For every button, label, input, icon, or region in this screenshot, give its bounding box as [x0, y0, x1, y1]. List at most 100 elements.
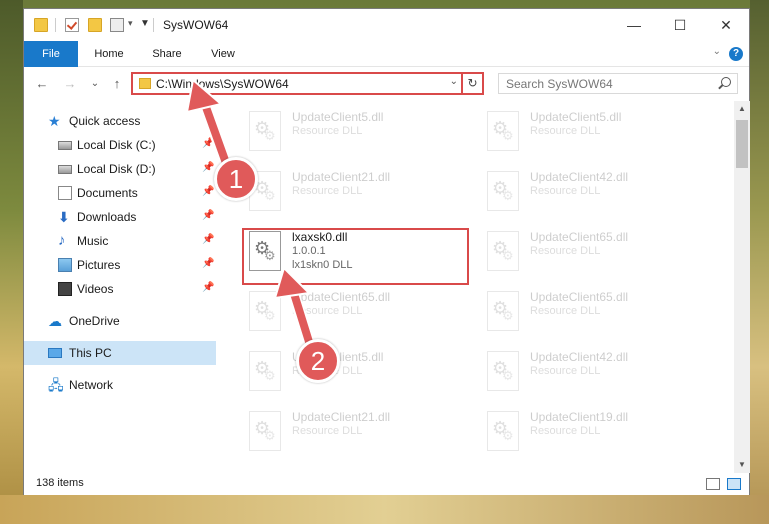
sidebar-item-label: Downloads [77, 210, 137, 224]
tab-home[interactable]: Home [84, 41, 134, 67]
callout-badge-1: 1 [214, 157, 258, 201]
file-name: UpdateClient5.dll [530, 110, 622, 124]
file-type: Resource DLL [530, 245, 601, 257]
sidebar-item-this-pc[interactable]: This PC [24, 341, 216, 365]
callout-badge-2: 2 [296, 339, 340, 383]
file-name: UpdateClient42.dll [530, 170, 629, 184]
item-count: 138 items [36, 477, 84, 489]
tab-view[interactable]: View [199, 41, 247, 67]
sidebar-item-pictures[interactable]: Pictures 📌 [24, 253, 216, 277]
sidebar-item-onedrive[interactable]: ☁ OneDrive [24, 309, 216, 333]
file-type: Resource DLL [530, 305, 601, 317]
file-name: UpdateClient65.dll [292, 290, 391, 304]
file-item[interactable]: UpdateClient42.dll Resource DLL [481, 163, 706, 219]
vertical-scrollbar[interactable]: ▲ ▼ [734, 101, 750, 473]
dll-file-icon [487, 291, 519, 331]
recent-locations-button[interactable]: ⌄ [86, 75, 104, 93]
sidebar-item-label: Local Disk (C:) [77, 138, 156, 152]
pin-icon[interactable]: 📌 [202, 282, 214, 293]
desktop-background-right [750, 0, 769, 524]
computer-icon [48, 348, 62, 358]
file-item[interactable]: UpdateClient42.dll Resource DLL [481, 343, 706, 399]
sidebar-item-quick-access[interactable]: ★ Quick access [24, 109, 216, 133]
sidebar-item-label: Videos [77, 282, 114, 296]
new-folder-icon[interactable] [88, 18, 102, 32]
cloud-icon: ☁ [48, 313, 62, 329]
file-type: Resource DLL [292, 125, 363, 137]
sidebar-item-label: This PC [69, 346, 112, 360]
dll-file-icon [249, 291, 281, 331]
file-item[interactable]: UpdateClient65.dll Resource DLL [481, 283, 706, 339]
large-icons-view-icon[interactable] [727, 478, 741, 490]
chevron-down-icon[interactable]: ▾ [128, 18, 133, 29]
tab-file[interactable]: File [24, 41, 78, 67]
sidebar-item-label: Music [77, 234, 109, 248]
file-type: Resource DLL [292, 425, 363, 437]
refresh-button[interactable]: ↻ [461, 74, 482, 93]
file-name: UpdateClient65.dll [530, 290, 629, 304]
tab-share[interactable]: Share [142, 41, 192, 67]
file-name: UpdateClient21.dll [292, 410, 391, 424]
file-name: UpdateClient5.dll [292, 110, 384, 124]
pin-icon[interactable]: 📌 [202, 162, 214, 173]
minimize-button[interactable]: — [611, 9, 657, 41]
sidebar-item-videos[interactable]: Videos 📌 [24, 277, 216, 301]
sidebar-item-music[interactable]: ♪ Music 📌 [24, 229, 216, 253]
close-button[interactable]: ✕ [703, 9, 749, 41]
back-button[interactable]: ← [33, 75, 51, 93]
file-item[interactable]: UpdateClient21.dll Resource DLL [243, 403, 468, 459]
sidebar-item-label: Local Disk (D:) [77, 162, 156, 176]
downloads-icon: ⬇ [58, 209, 70, 225]
scroll-down-icon[interactable]: ▼ [734, 457, 750, 473]
titlebar-separator [55, 18, 56, 32]
up-button[interactable]: ↑ [108, 75, 126, 93]
pictures-icon [58, 258, 72, 272]
sidebar-item-label: Pictures [77, 258, 121, 272]
sidebar-item-documents[interactable]: Documents 📌 [24, 181, 216, 205]
quick-access-dropdown-icon[interactable]: ▼ [140, 18, 150, 29]
sidebar-item-label: Quick access [69, 114, 141, 128]
sidebar-item-local-disk-c[interactable]: Local Disk (C:) 📌 [24, 133, 216, 157]
details-view-icon[interactable] [706, 478, 720, 490]
pin-icon[interactable]: 📌 [202, 138, 214, 149]
scrollbar-thumb[interactable] [736, 120, 748, 168]
address-path[interactable]: C:\Windows\SysWOW64 [156, 77, 289, 91]
dll-file-icon [249, 111, 281, 151]
file-item[interactable]: UpdateClient21.dll Resource DLL [243, 163, 468, 219]
search-input[interactable]: Search SysWOW64 [498, 73, 738, 94]
scroll-up-icon[interactable]: ▲ [734, 101, 750, 117]
pin-icon[interactable]: 📌 [202, 210, 214, 221]
file-item[interactable]: UpdateClient65.dll Resource DLL [243, 283, 468, 339]
sidebar-item-downloads[interactable]: ⬇ Downloads 📌 [24, 205, 216, 229]
star-icon: ★ [48, 113, 61, 129]
dll-file-icon [487, 411, 519, 451]
ribbon-expand-icon[interactable]: ⌄ [713, 46, 721, 57]
file-item[interactable]: UpdateClient5.dll Resource DLL [243, 103, 468, 159]
dll-file-icon [487, 231, 519, 271]
file-name: UpdateClient19.dll [530, 410, 629, 424]
maximize-button[interactable]: ☐ [657, 9, 703, 41]
file-item[interactable]: UpdateClient65.dll Resource DLL [481, 223, 706, 279]
help-icon[interactable]: ? [729, 47, 743, 61]
customize-quick-access-icon[interactable] [110, 18, 124, 32]
properties-icon[interactable] [65, 18, 79, 32]
file-highlight-box [242, 228, 469, 285]
videos-icon [58, 282, 72, 296]
address-bar[interactable]: C:\Windows\SysWOW64 ⌄ ↻ [131, 72, 484, 95]
forward-button[interactable]: → [61, 75, 79, 93]
file-type: Resource DLL [530, 365, 601, 377]
pin-icon[interactable]: 📌 [202, 234, 214, 245]
sidebar-item-network[interactable]: 🖧 Network [24, 373, 216, 397]
file-item[interactable]: UpdateClient5.dll Resource DLL [481, 103, 706, 159]
music-icon: ♪ [58, 232, 66, 249]
title-bar: ▾ ▼ SysWOW64 — ☐ ✕ [24, 9, 749, 41]
file-type: Resource DLL [292, 185, 363, 197]
sidebar-item-local-disk-d[interactable]: Local Disk (D:) 📌 [24, 157, 216, 181]
file-item[interactable]: UpdateClient5.dll Resource DLL [243, 343, 468, 399]
pin-icon[interactable]: 📌 [202, 186, 214, 197]
address-dropdown-icon[interactable]: ⌄ [450, 76, 458, 87]
desktop-background-bottom [0, 495, 769, 524]
file-item[interactable]: UpdateClient19.dll Resource DLL [481, 403, 706, 459]
pin-icon[interactable]: 📌 [202, 258, 214, 269]
documents-icon [58, 186, 72, 200]
